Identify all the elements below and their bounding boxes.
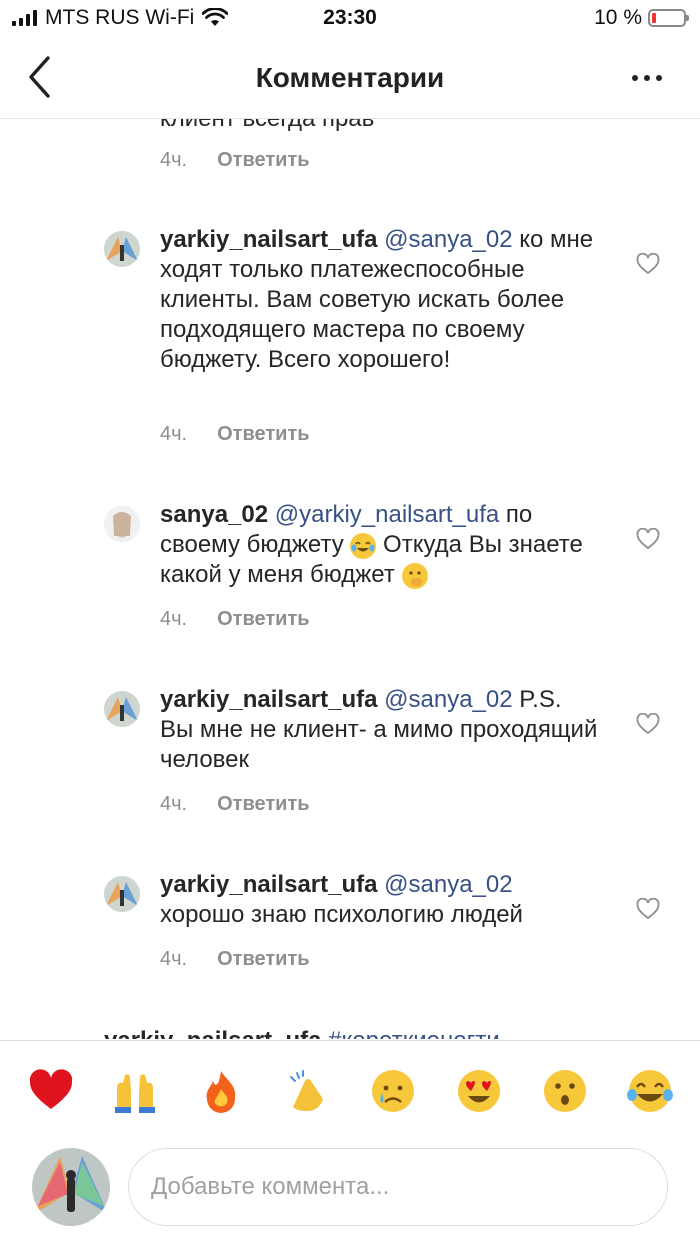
- battery-icon: [648, 9, 689, 27]
- comment-username[interactable]: sanya_02: [160, 501, 268, 528]
- comment-composer: [0, 1140, 700, 1245]
- comment-hashtag: #короткиеногти: [328, 1027, 500, 1039]
- comment-time: 4ч.: [160, 948, 188, 970]
- comment-username[interactable]: yarkiy_nailsart_ufa: [160, 871, 377, 898]
- comment-text: хорошо знаю психологию людей: [160, 901, 523, 928]
- previous-comment-text: клиент всегда прав: [160, 119, 374, 133]
- more-horizontal-icon[interactable]: [630, 68, 664, 88]
- reply-button[interactable]: Ответить: [217, 608, 309, 631]
- astonished-face-icon[interactable]: [541, 1067, 589, 1115]
- comment-username[interactable]: yarkiy_nailsart_ufa: [160, 226, 377, 253]
- fire-icon[interactable]: [197, 1067, 245, 1115]
- reply-button[interactable]: Ответить: [217, 149, 309, 172]
- comment-body: yarkiy_nailsart_ufa @sanya_02 ко мне ход…: [160, 225, 600, 375]
- comment-time: 4ч.: [160, 608, 188, 630]
- comments-list[interactable]: клиент всегда прав 4ч. Ответить yarkiy_n…: [0, 119, 700, 1039]
- comment-mention[interactable]: @sanya_02: [384, 226, 512, 253]
- avatar[interactable]: [104, 876, 140, 912]
- red-heart-icon[interactable]: [27, 1067, 75, 1115]
- comment-username: yarkiy_nailsart_ufa: [104, 1027, 321, 1039]
- comment-time: 4ч.: [160, 149, 188, 171]
- page-title: Комментарии: [255, 62, 445, 93]
- battery-percent: 10 %: [594, 6, 642, 29]
- comment-body: yarkiy_nailsart_ufa @sanya_02 хорошо зна…: [160, 870, 600, 930]
- reply-button[interactable]: Ответить: [217, 423, 309, 446]
- comment-meta: 4ч. Ответить: [160, 948, 310, 971]
- comments-header: Комментарии: [0, 40, 700, 119]
- comment-username[interactable]: yarkiy_nailsart_ufa: [160, 686, 377, 713]
- comment-mention[interactable]: @sanya_02: [384, 871, 512, 898]
- avatar[interactable]: [104, 691, 140, 727]
- avatar[interactable]: [32, 1148, 110, 1226]
- avatar[interactable]: [104, 231, 140, 267]
- reply-button[interactable]: Ответить: [217, 793, 309, 816]
- comment-body: yarkiy_nailsart_ufa @sanya_02 P.S. Вы мн…: [160, 685, 600, 775]
- comment-meta: 4ч. Ответить: [160, 608, 310, 631]
- tears-of-joy-icon[interactable]: [626, 1067, 674, 1115]
- reply-button[interactable]: Ответить: [217, 948, 309, 971]
- comment-mention[interactable]: @sanya_02: [384, 686, 512, 713]
- comment-time: 4ч.: [160, 423, 188, 445]
- heart-eyes-icon[interactable]: [455, 1067, 503, 1115]
- tears-of-joy-emoji-icon: [350, 532, 377, 559]
- previous-comment-meta: 4ч. Ответить: [160, 149, 310, 172]
- raising-hands-icon[interactable]: [111, 1067, 159, 1115]
- comment-body: sanya_02 @yarkiy_nailsart_ufa по своему …: [160, 500, 600, 590]
- status-bar: MTS RUS Wi-Fi 23:30 10 %: [0, 0, 700, 40]
- like-heart-icon[interactable]: [636, 713, 660, 735]
- like-heart-icon[interactable]: [636, 528, 660, 550]
- comment-input[interactable]: [128, 1148, 668, 1226]
- avatar[interactable]: [104, 506, 140, 542]
- comment-time: 4ч.: [160, 793, 188, 815]
- comment-mention[interactable]: @yarkiy_nailsart_ufa: [275, 501, 499, 528]
- comment-meta: 4ч. Ответить: [160, 423, 310, 446]
- battery-status: 10 %: [594, 6, 689, 30]
- emoji-quick-bar: [0, 1040, 700, 1141]
- crying-face-icon[interactable]: [369, 1067, 417, 1115]
- like-heart-icon[interactable]: [636, 898, 660, 920]
- next-comment-peek: yarkiy_nailsart_ufa #короткиеногти: [0, 1021, 700, 1039]
- clapping-hands-icon[interactable]: [283, 1067, 331, 1115]
- like-heart-icon[interactable]: [636, 253, 660, 275]
- hand-over-mouth-emoji-icon: [401, 562, 428, 589]
- comment-meta: 4ч. Ответить: [160, 793, 310, 816]
